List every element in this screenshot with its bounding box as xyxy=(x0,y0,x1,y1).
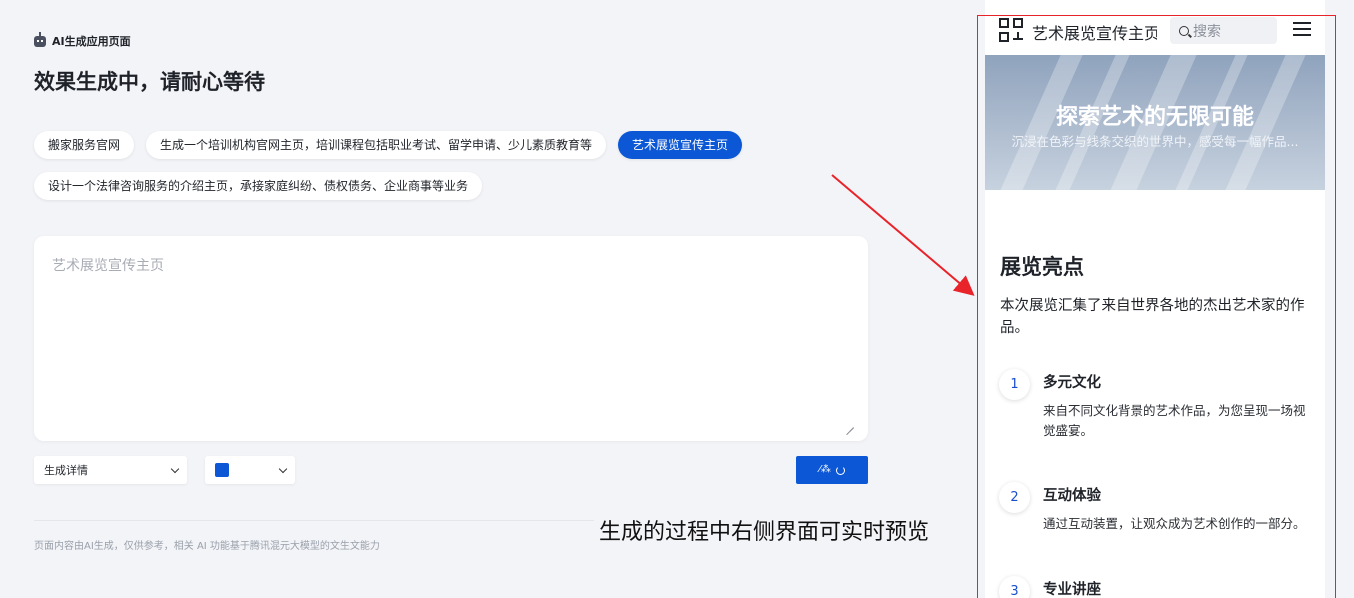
prompt-chip-art[interactable]: 艺术展览宣传主页 xyxy=(618,131,743,159)
feature-number: 3 xyxy=(999,576,1030,598)
chevron-down-icon xyxy=(278,464,288,474)
color-swatch xyxy=(215,463,229,477)
loading-spinner-icon xyxy=(835,465,845,475)
magic-wand-icon: ⁄⁂ xyxy=(819,464,831,475)
robot-icon xyxy=(34,31,46,47)
preview-navbar: 艺术展览宣传主页 搜索 xyxy=(985,15,1325,55)
hero-title: 探索艺术的无限可能 xyxy=(1055,105,1254,130)
highlights-description: 本次展览汇集了来自世界各地的杰出艺术家的作品。 xyxy=(1000,298,1305,336)
feature-description: 通过互动装置，让观众成为艺术创作的一部分。 xyxy=(1043,516,1306,531)
preview-site-title[interactable]: 艺术展览宣传主页 xyxy=(1032,20,1157,44)
resize-handle-icon[interactable] xyxy=(846,420,854,428)
hamburger-menu-icon[interactable] xyxy=(1293,22,1311,36)
annotation-arrow xyxy=(831,174,975,296)
annotation-caption: 生成的过程中右侧界面可实时预览 xyxy=(599,520,930,545)
app-grid-logo-icon[interactable] xyxy=(999,18,1023,42)
page-title: 效果生成中，请耐心等待 xyxy=(34,70,265,94)
feature-title: 专业讲座 xyxy=(1043,582,1101,598)
prompt-input-placeholder: 艺术展览宣传主页 xyxy=(52,258,164,274)
prompt-chip-law[interactable]: 设计一个法律咨询服务的介绍主页，承接家庭纠纷、债权债务、企业商事等业务 xyxy=(34,172,483,200)
feature-number: 1 xyxy=(999,369,1030,400)
chevron-down-icon xyxy=(170,464,180,474)
search-icon xyxy=(1179,25,1189,36)
app-brand: AI生成应用页面 xyxy=(34,31,131,49)
prompt-suggestions: 搬家服务官网 生成一个培训机构官网主页，培训课程包括职业考试、留学申请、少儿素质… xyxy=(34,131,754,200)
preview-hero-banner: 探索艺术的无限可能 沉浸在色彩与线条交织的世界中，感受每一幅作品... xyxy=(985,55,1325,190)
highlights-title: 展览亮点 xyxy=(1000,255,1084,279)
mode-select-value: 生成详情 xyxy=(44,464,88,477)
feature-title: 多元文化 xyxy=(1043,375,1101,391)
feature-number: 2 xyxy=(999,482,1030,513)
disclaimer-footnote: 页面内容由AI生成，仅供参考，相关 AI 功能基于腾讯混元大模型的文生文能力 xyxy=(34,541,380,552)
prompt-chip-training[interactable]: 生成一个培训机构官网主页，培训课程包括职业考试、留学申请、少儿素质教育等 xyxy=(146,131,607,159)
divider xyxy=(34,520,594,521)
live-preview: 艺术展览宣传主页 搜索 探索艺术的无限可能 沉浸在色彩与线条交织的世界中，感受每… xyxy=(985,0,1325,598)
mode-select[interactable]: 生成详情 xyxy=(34,456,187,484)
color-select[interactable] xyxy=(205,456,295,484)
feature-description: 来自不同文化背景的艺术作品，为您呈现一场视觉盛宴。 xyxy=(1043,403,1306,438)
brand-label: AI生成应用页面 xyxy=(52,35,131,48)
feature-title: 互动体验 xyxy=(1043,488,1101,504)
preview-search-placeholder: 搜索 xyxy=(1193,23,1221,40)
generate-button[interactable]: ⁄⁂ xyxy=(796,456,868,484)
prompt-chip-moving[interactable]: 搬家服务官网 xyxy=(34,131,135,159)
hero-subtitle: 沉浸在色彩与线条交织的世界中，感受每一幅作品... xyxy=(1011,134,1299,149)
preview-search-input[interactable]: 搜索 xyxy=(1170,17,1277,44)
prompt-input[interactable]: 艺术展览宣传主页 xyxy=(34,236,868,441)
